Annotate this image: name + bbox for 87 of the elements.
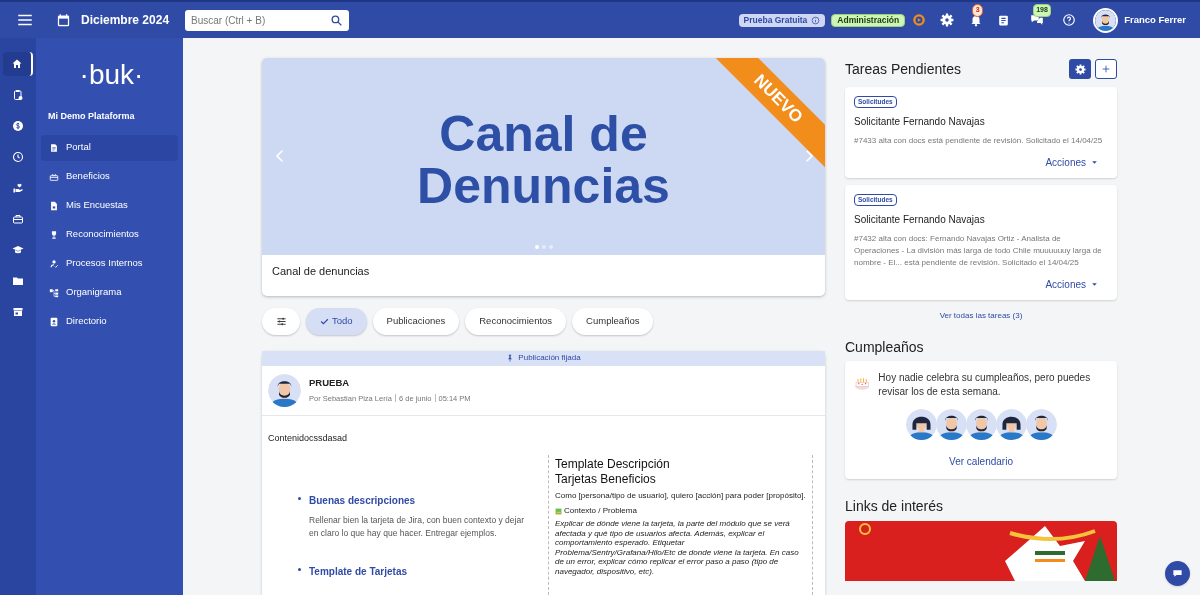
banner-title: Canal de Denuncias [416,107,671,212]
settings-button[interactable] [1069,59,1091,79]
page-intro: Como [persona/tipo de usuario], quiero [acción] para poder [propósito]. [555,491,806,501]
page-section: Contexto / Problema [564,505,637,517]
file-icon [49,200,59,211]
hand-heart-icon [12,182,24,194]
caret-icon [1091,159,1098,166]
person-avatar [905,409,937,440]
logo: ·buk· [79,60,144,90]
info-icon [811,15,821,25]
sidebar-item[interactable]: Directorio [41,308,178,335]
user-name: Franco Ferrer [1124,12,1186,27]
document-icon [49,142,59,153]
sidebar-item[interactable]: Procesos Internos [41,250,178,277]
trial-badge: Prueba Gratuita [738,13,826,27]
clock-icon [12,151,24,163]
settings-icon[interactable] [940,13,955,27]
sidebar-item[interactable]: Mis Encuestas [41,192,178,219]
plus-icon [1101,64,1111,74]
image-icon [555,507,562,515]
sidebar-item[interactable]: Organigrama [41,279,178,306]
task-description: #7432 alta con docs: Fernando Navajas Ortiz - Analista de Operaciones - La división más larga de todo Chile muuuuuuy larga de nombre - El... está pendiente de revisión. Solicitado el 14/04/25 [854,233,1103,269]
actions-dropdown[interactable]: Acciones [1045,155,1098,170]
slide-heading: Template de Tarjetas [309,565,407,579]
person-avatar [995,409,1027,440]
task-description: #7433 alta con docs está pendiente de revisión. Solicitado el 14/04/25 [854,135,1103,147]
section-title: Links de interés [845,497,945,516]
filter-chip[interactable]: Cumpleaños [572,307,654,335]
home-icon [11,58,23,70]
page-body: Explicar de dónde viene la tarjeta, la parte del módulo que se verá afectada y qué tipo de usuarios afecta. Además, explicar el comportamiento esperado. Etiquetar Problema/Sentry/Grafana/Hilo/Etc de donde viene la tarjeta. En caso de un error, explicar cómo replicar el error paso a paso (tipo de navegador, dispositivo, etc). [555,519,800,576]
calendar-link[interactable]: Ver calendario [949,454,1013,469]
sidebar-item[interactable]: Reconocimientos [41,221,178,248]
banner-caption: Canal de denuncias [271,264,371,279]
sidebar-item[interactable]: Portal [41,134,178,161]
role-badge: Administración [831,13,906,27]
month-label: Diciembre 2024 [81,12,170,29]
actions-dropdown[interactable]: Acciones [1045,277,1098,292]
store-icon [12,306,24,318]
sidebar-item[interactable]: Beneficios [41,163,178,190]
person-avatar [935,409,967,440]
person-avatar [965,409,997,440]
author-avatar [268,373,301,407]
slide-text: Rellenar bien la tarjeta de Jira, con buen contexto y dejar en claro lo que hay que hacer. Entregar ejemplos. [309,514,524,540]
folder-icon [12,275,24,287]
person-avatar [1025,409,1057,440]
rail-button[interactable] [3,52,33,76]
gift-icon [49,171,59,182]
section-title: Tareas Pendientes [845,59,961,79]
search-icon[interactable] [330,13,344,27]
section-title: Cumpleaños [845,338,925,357]
check-icon [320,316,329,326]
sliders-icon [275,315,287,327]
filter-settings-button[interactable] [262,307,300,335]
post-content: Contenidocssdasad [267,431,349,445]
trophy-icon [49,229,59,240]
slide-heading: Buenas descripciones [309,494,417,508]
birthday-message: Hoy nadie celebra su cumpleaños, pero puedes revisar los de esta semana. [878,371,1092,399]
help-icon[interactable] [1062,13,1077,27]
notes-icon[interactable] [997,13,1011,27]
dollar-icon [12,120,24,132]
filter-chip[interactable]: Reconocimientos [465,307,567,335]
caret-icon [1091,281,1098,288]
settings-icon [1074,63,1086,75]
calendar-icon [56,12,71,28]
user-avatar [1093,7,1119,33]
task-title: Solicitante Fernando Navajas [854,115,985,129]
filter-chip[interactable]: Publicaciones [372,307,460,335]
chat-button[interactable] [1165,561,1190,586]
briefcase-icon [12,213,24,225]
contact-card-icon [49,316,59,327]
company-name: Mi Demo Plataforma [48,110,136,123]
add-button[interactable] [1095,59,1117,79]
clipboard-icon [12,89,24,101]
broadcast-icon[interactable] [912,13,927,27]
pin-icon [506,354,515,362]
task-title: Solicitante Fernando Navajas [854,213,985,227]
chat-icon[interactable] [1030,13,1045,27]
org-chart-icon [49,287,59,298]
view-all-link[interactable]: Ver todas las tareas (3) [939,310,1023,322]
filter-chip[interactable]: Todo [306,307,367,335]
search-field[interactable]: Buscar (Ctrl + B) [185,9,350,31]
page-title: Template Descripción Tarjetas Beneficios [555,457,671,487]
graduation-cap-icon [12,244,24,256]
chat-bubble-icon [1172,568,1183,579]
pinned-label: Publicación fijada [518,352,581,364]
people-icon [49,258,59,269]
post-title: PRUEBA [309,376,351,391]
